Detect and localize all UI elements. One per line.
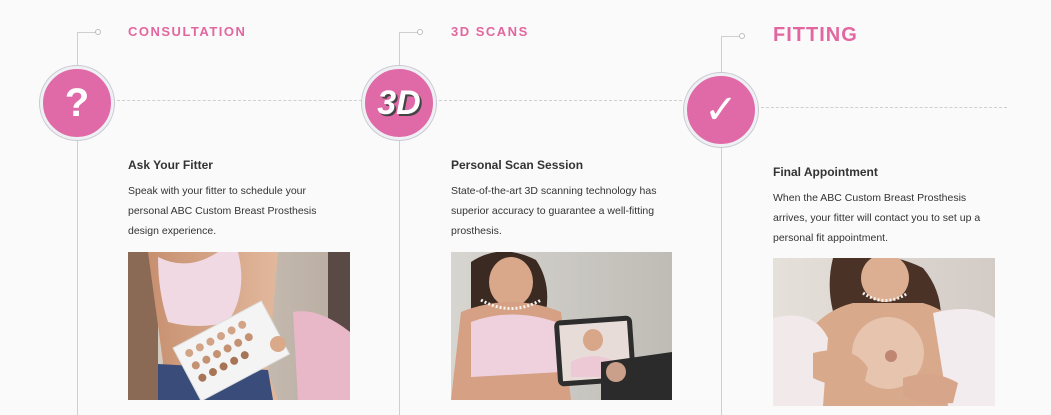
step-consultation: Consultation ? Ask Your Fitter Speak wit… — [0, 0, 370, 415]
step-subheading: Final Appointment — [773, 165, 878, 179]
step-3d-scans: 3D Scans 3D Personal Scan Session State-… — [362, 0, 692, 415]
step-description: When the ABC Custom Breast Prosthesis ar… — [773, 192, 981, 244]
timeline-dash — [112, 100, 367, 101]
timeline-dash — [756, 107, 1007, 108]
icon-glyph: ? — [64, 80, 90, 125]
timeline-hook — [77, 32, 97, 33]
timeline-dot — [417, 29, 423, 35]
icon-glyph: ✓ — [704, 87, 738, 133]
step-title: 3D Scans — [451, 24, 529, 39]
step-title: Fitting — [773, 24, 858, 46]
step-description: State-of-the-art 3D scanning technology … — [451, 185, 657, 237]
step-subheading: Ask Your Fitter — [128, 158, 213, 172]
checkmark-icon: ✓ — [684, 73, 758, 147]
timeline-dot — [95, 29, 101, 35]
step-fitting: Fitting ✓ Final Appointment When the ABC… — [684, 0, 1051, 415]
timeline-hook — [721, 36, 741, 37]
question-mark-icon: ? — [40, 66, 114, 140]
timeline-hook — [399, 32, 419, 33]
icon-glyph: 3D — [377, 83, 421, 122]
photo-fitter-consultation — [128, 252, 350, 400]
step-title: Consultation — [128, 24, 247, 39]
timeline-dot — [739, 33, 745, 39]
photo-tablet-scan — [451, 252, 672, 400]
photo-prosthesis-fitting — [773, 258, 995, 406]
timeline-dash — [434, 100, 692, 101]
step-subheading: Personal Scan Session — [451, 158, 584, 172]
step-description: Speak with your fitter to schedule your … — [128, 185, 317, 237]
3d-icon: 3D — [362, 66, 436, 140]
